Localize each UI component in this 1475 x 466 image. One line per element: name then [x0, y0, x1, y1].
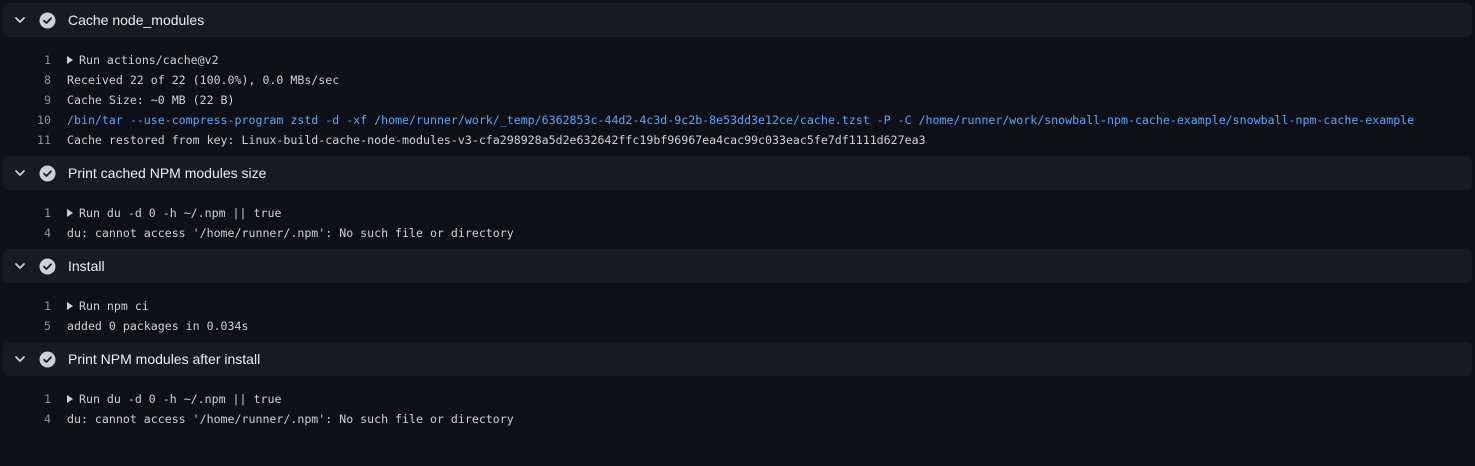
log-text-content: /bin/tar --use-compress-program zstd -d …	[67, 113, 1415, 127]
check-circle-icon	[39, 258, 56, 275]
chevron-down-icon[interactable]	[13, 259, 27, 273]
step-header[interactable]: Cache node_modules	[3, 3, 1472, 37]
log-text-content: Run npm ci	[79, 299, 149, 313]
line-number[interactable]: 1	[0, 392, 51, 406]
log-text: Run du -d 0 -h ~/.npm || true	[67, 392, 281, 406]
log-line: 4 du: cannot access '/home/runner/.npm': …	[0, 223, 1475, 243]
log-text: added 0 packages in 0.034s	[67, 319, 248, 333]
log-text-content: du: cannot access '/home/runner/.npm': N…	[67, 412, 514, 426]
expand-triangle-icon[interactable]	[67, 302, 73, 310]
log-group-line[interactable]: 1 Run actions/cache@v2	[0, 50, 1475, 70]
expand-triangle-icon[interactable]	[67, 209, 73, 217]
expand-triangle-icon[interactable]	[67, 395, 73, 403]
log-line: 4 du: cannot access '/home/runner/.npm': …	[0, 409, 1475, 429]
check-circle-icon	[39, 165, 56, 182]
log-step: Print NPM modules after install 1 Run du -…	[0, 342, 1475, 432]
step-title: Print NPM modules after install	[68, 351, 261, 367]
log-step: Cache node_modules 1 Run actions/cache@v2 8…	[0, 3, 1475, 153]
chevron-down-icon[interactable]	[13, 13, 27, 27]
log-text-content: Run actions/cache@v2	[79, 53, 219, 67]
log-text: Run npm ci	[67, 299, 149, 313]
log-text: Cache Size: ~0 MB (22 B)	[67, 93, 235, 107]
log-text-content: Cache Size: ~0 MB (22 B)	[67, 93, 235, 107]
log-line: 9 Cache Size: ~0 MB (22 B)	[0, 90, 1475, 110]
check-circle-icon	[39, 12, 56, 29]
check-circle-icon	[39, 351, 56, 368]
line-number[interactable]: 11	[0, 133, 51, 147]
log-text-content: added 0 packages in 0.034s	[67, 319, 249, 333]
step-title: Cache node_modules	[68, 12, 205, 28]
step-header[interactable]: Install	[3, 249, 1472, 283]
line-number[interactable]: 8	[0, 73, 51, 87]
line-number[interactable]: 9	[0, 93, 51, 107]
log-text-content: du: cannot access '/home/runner/.npm': N…	[67, 226, 514, 240]
log-line: 5 added 0 packages in 0.034s	[0, 316, 1475, 336]
line-number[interactable]: 4	[0, 226, 51, 240]
step-log-body: 1 Run du -d 0 -h ~/.npm || true 4 du: canno…	[0, 190, 1475, 246]
command-text: /bin/tar --use-compress-program zstd -d …	[67, 113, 1414, 127]
step-header[interactable]: Print NPM modules after install	[3, 342, 1472, 376]
log-text: du: cannot access '/home/runner/.npm': N…	[67, 412, 514, 426]
step-log-body: 1 Run actions/cache@v2 8 Received 22 of 22 …	[0, 37, 1475, 153]
log-text: Received 22 of 22 (100.0%), 0.0 MBs/sec	[67, 73, 339, 87]
step-log-body: 1 Run npm ci 5 added 0 packages in 0.034s	[0, 283, 1475, 339]
line-number[interactable]: 1	[0, 299, 51, 313]
step-title: Print cached NPM modules size	[68, 165, 267, 181]
line-number[interactable]: 1	[0, 53, 51, 67]
step-title: Install	[68, 258, 105, 274]
expand-triangle-icon[interactable]	[67, 56, 73, 64]
step-log-body: 1 Run du -d 0 -h ~/.npm || true 4 du: canno…	[0, 376, 1475, 432]
line-number[interactable]: 1	[0, 206, 51, 220]
log-group-line[interactable]: 1 Run du -d 0 -h ~/.npm || true	[0, 203, 1475, 223]
line-number[interactable]: 10	[0, 113, 51, 127]
log-line: 10/bin/tar --use-compress-program zstd -…	[0, 110, 1475, 130]
log-text: du: cannot access '/home/runner/.npm': N…	[67, 226, 514, 240]
log-text: Run du -d 0 -h ~/.npm || true	[67, 206, 281, 220]
log-step: Install 1 Run npm ci 5 added 0 packages in 0…	[0, 249, 1475, 339]
log-text: Cache restored from key: Linux-build-cac…	[67, 133, 926, 147]
log-text-content: Run du -d 0 -h ~/.npm || true	[79, 206, 282, 220]
log-step: Print cached NPM modules size 1 Run du -d …	[0, 156, 1475, 246]
log-group-line[interactable]: 1 Run du -d 0 -h ~/.npm || true	[0, 389, 1475, 409]
log-text-content: Received 22 of 22 (100.0%), 0.0 MBs/sec	[67, 73, 340, 87]
log-text-content: Cache restored from key: Linux-build-cac…	[67, 133, 926, 147]
line-number[interactable]: 5	[0, 319, 51, 333]
log-line: 8 Received 22 of 22 (100.0%), 0.0 MBs/sec	[0, 70, 1475, 90]
chevron-down-icon[interactable]	[13, 166, 27, 180]
line-number[interactable]: 4	[0, 412, 51, 426]
job-log: Cache node_modules 1 Run actions/cache@v2 8…	[0, 3, 1475, 466]
log-line: 11 Cache restored from key: Linux-build-c…	[0, 130, 1475, 150]
log-text-content: Run du -d 0 -h ~/.npm || true	[79, 392, 282, 406]
chevron-down-icon[interactable]	[13, 352, 27, 366]
step-header[interactable]: Print cached NPM modules size	[3, 156, 1472, 190]
log-text: Run actions/cache@v2	[67, 53, 219, 67]
log-group-line[interactable]: 1 Run npm ci	[0, 296, 1475, 316]
